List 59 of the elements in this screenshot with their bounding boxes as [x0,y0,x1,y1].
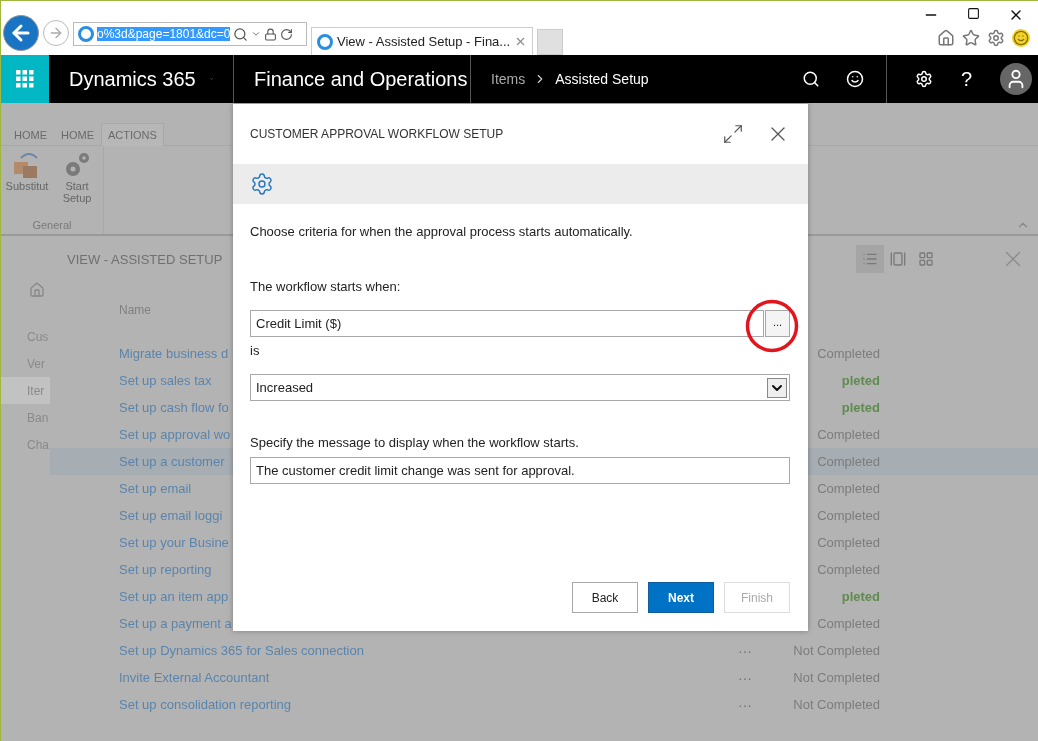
browser-icon [78,26,94,42]
dialog-title: CUSTOMER APPROVAL WORKFLOW SETUP [250,127,504,141]
lock-icon [264,27,278,41]
field-label: The workflow starts when: [250,279,402,294]
address-text: o%3d&page=1801&dc=0 [97,27,231,41]
settings-icon [250,172,274,196]
more-button[interactable]: ··· [738,696,790,713]
details-icon [890,251,906,267]
setup-link[interactable]: Invite External Accountant [119,670,479,685]
breadcrumb-link[interactable]: Items [491,71,526,87]
avatar-icon[interactable] [1000,63,1032,95]
search-icon[interactable] [801,70,820,88]
ribbon-button[interactable]: Substitut [5,150,49,204]
condition-select[interactable]: Increased [250,374,790,401]
dialog-button[interactable]: Back [572,582,638,613]
caret-icon [251,29,262,39]
maximize-icon[interactable] [967,7,980,20]
refresh-icon [280,27,294,41]
intro-text: Choose criteria for when the approval process starts automatically. [250,224,634,239]
search-icon [233,26,249,42]
status-text: pleted [840,400,880,415]
more-button[interactable]: ··· [738,669,790,686]
message-field[interactable]: The customer credit limit change was sent for approval. [250,457,790,484]
more-button[interactable]: ··· [738,642,790,659]
grid-icon [16,70,34,88]
browser-icon [317,33,333,50]
app-launcher-button[interactable] [1,55,49,103]
caret-icon [767,377,787,398]
sidebar-item[interactable]: Iter [1,377,50,404]
page-title: VIEW - ASSISTED SETUP [67,251,223,267]
expand-icon[interactable] [722,123,744,145]
back-button[interactable] [3,15,39,51]
status-text: pleted [840,373,880,388]
field-label: is [250,343,261,358]
help-button[interactable]: ? [960,67,972,91]
settings-icon[interactable] [914,70,933,88]
group-label: General [32,219,72,233]
ribbon-tab[interactable]: ACTIONS [101,123,164,146]
lookup-button[interactable]: ... [765,310,790,337]
app-name: Finance and Operations [254,67,468,91]
breadcrumb-current: Assisted Setup [555,71,649,87]
product-name[interactable]: Dynamics 365 [69,67,196,91]
field-label: Specify the message to display when the workflow starts. [250,435,580,450]
criteria-field[interactable]: Credit Limit ($) [250,310,764,337]
address-bar[interactable]: o%3d&page=1801&dc=0 [73,22,307,46]
ribbon-button[interactable]: Start Setup [55,150,99,204]
setup-link[interactable]: Set up consolidation reporting [119,697,479,712]
status-text: pleted [840,589,880,604]
ribbon-tab[interactable]: HOME [54,123,101,146]
dialog-button[interactable]: Next [648,582,714,613]
ribbon-tab[interactable]: HOME [7,123,54,146]
tiles-icon [918,251,934,267]
setup-link[interactable]: Set up Dynamics 365 for Sales connection [119,643,479,658]
browser-tab[interactable]: View - Assisted Setup - Fina... [311,27,534,55]
highlight-circle [745,299,799,353]
home-icon[interactable] [937,29,955,47]
star-icon[interactable] [962,29,980,47]
forward-arrow-icon [48,25,64,41]
list-icon [862,251,878,267]
